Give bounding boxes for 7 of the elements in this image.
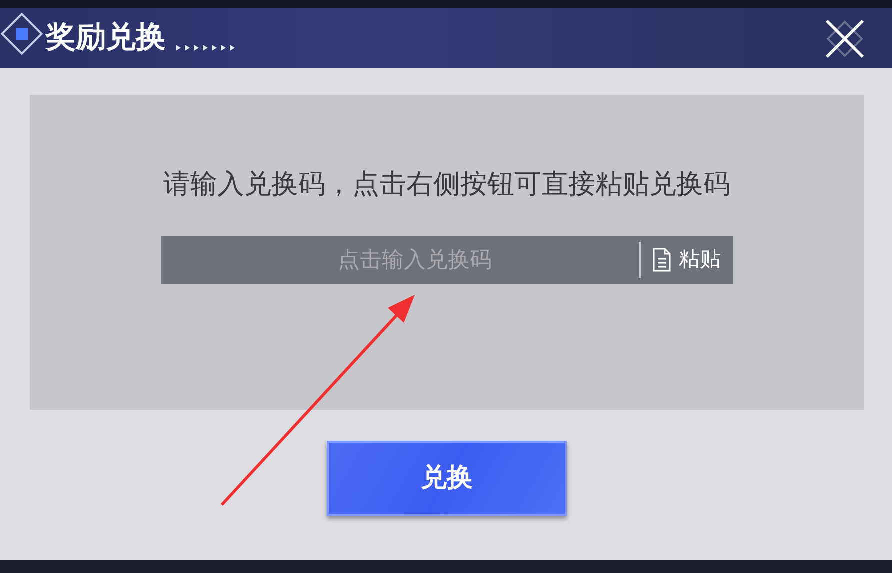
dialog-title: 奖励兑换: [46, 20, 166, 56]
paste-button[interactable]: 粘贴: [641, 236, 733, 284]
redeem-button[interactable]: 兑换: [327, 441, 567, 516]
code-input-field[interactable]: 点击输入兑换码 粘贴: [161, 236, 733, 284]
diamond-emblem-icon: [0, 12, 44, 56]
instruction-text: 请输入兑换码，点击右侧按钮可直接粘贴兑换码: [164, 168, 730, 202]
document-icon: [653, 248, 671, 272]
